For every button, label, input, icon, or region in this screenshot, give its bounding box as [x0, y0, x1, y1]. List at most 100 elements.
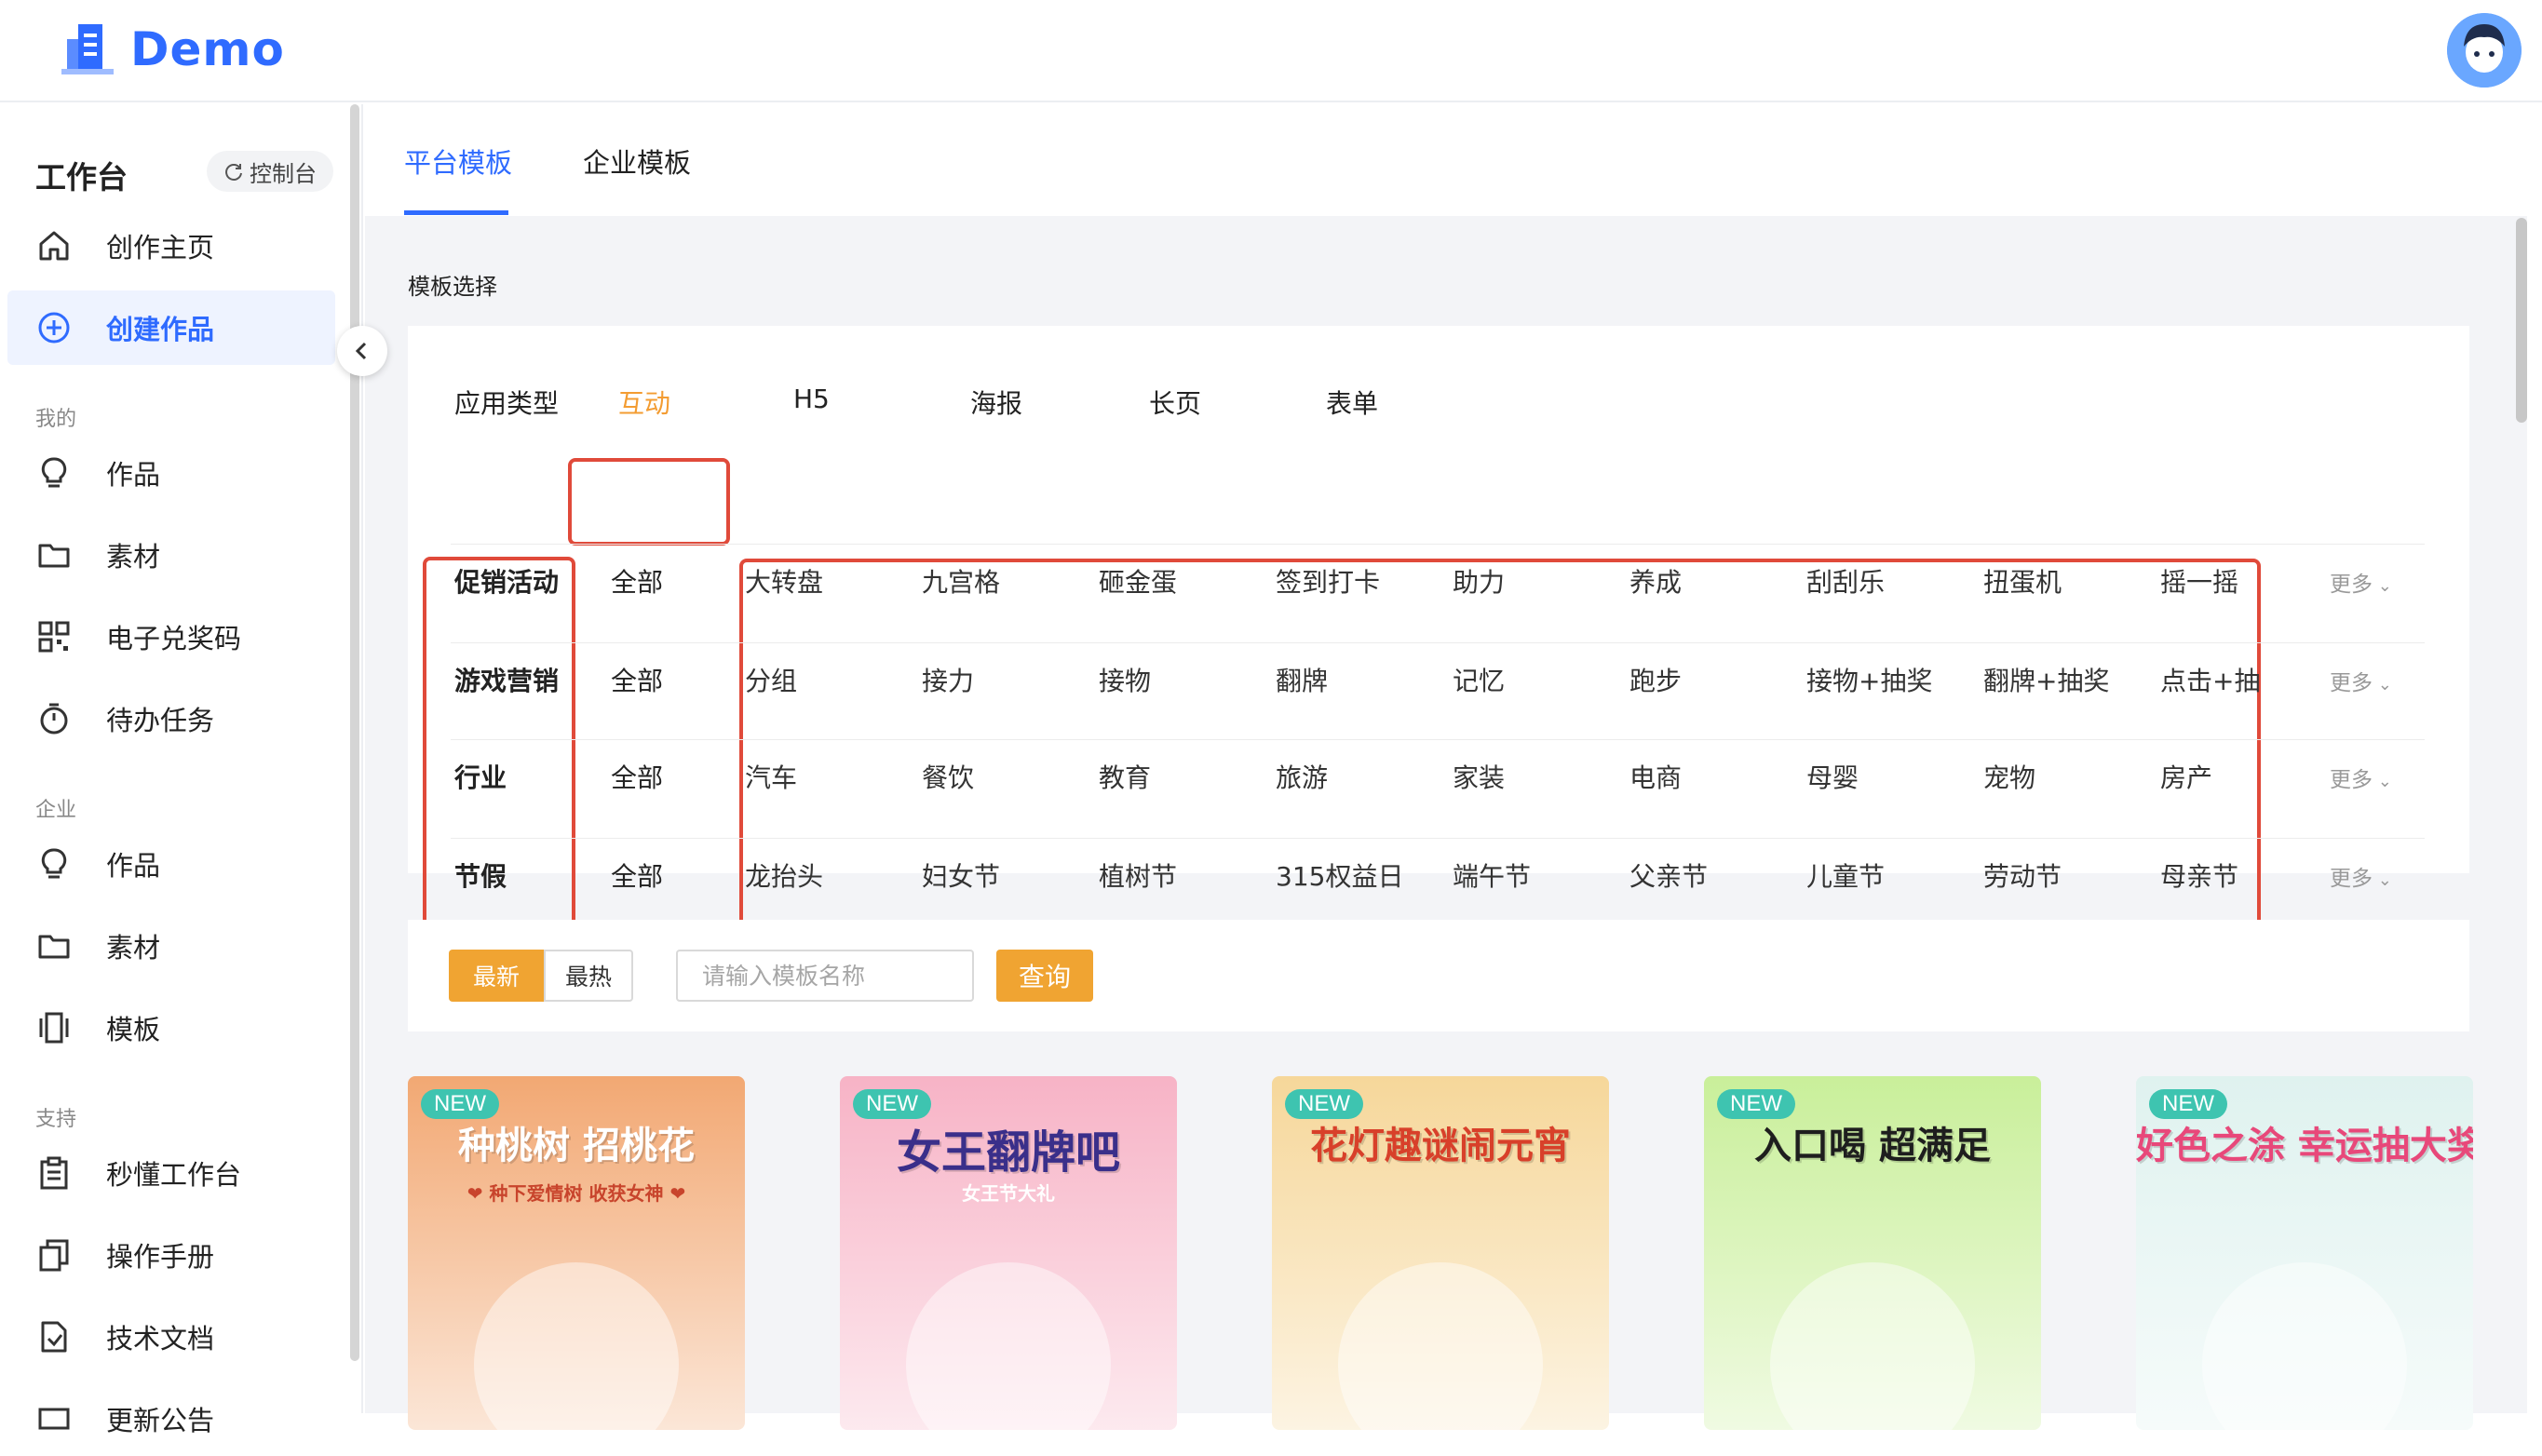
sidebar-item-manual[interactable]: 操作手册	[7, 1218, 335, 1292]
sidebar-item-announcement[interactable]: 更新公告	[7, 1382, 335, 1456]
category-option[interactable]: 扭蛋机	[1983, 562, 2142, 600]
category-option[interactable]: 父亲节	[1629, 856, 1788, 894]
category-option[interactable]: 汽车	[745, 758, 903, 795]
category-option[interactable]: 教育	[1099, 758, 1257, 795]
more-label: 更多	[2330, 768, 2373, 792]
logo[interactable]: Demo	[58, 20, 285, 78]
template-card[interactable]: NEW 好色之涂 幸运抽大奖	[2136, 1076, 2473, 1430]
category-option[interactable]: 大转盘	[745, 562, 903, 600]
category-option[interactable]: 儿童节	[1806, 856, 1965, 894]
category-option[interactable]: 植树节	[1099, 856, 1257, 894]
template-card[interactable]: NEW 入口喝 超满足	[1704, 1076, 2041, 1430]
app-type-poster[interactable]: 海报	[970, 384, 1022, 421]
copy-icon	[39, 1239, 69, 1272]
category-option[interactable]: 旅游	[1276, 758, 1434, 795]
main-scrollbar[interactable]	[2516, 218, 2527, 423]
sidebar-item-label: 技术文档	[106, 1323, 215, 1355]
sort-hot-button[interactable]: 最热	[544, 950, 633, 1002]
avatar-icon	[2447, 13, 2522, 88]
qrcode-icon	[38, 621, 70, 653]
sidebar-item-materials[interactable]: 素材	[7, 518, 335, 592]
sidebar-item-label: 操作手册	[106, 1241, 215, 1273]
category-option[interactable]: 接物	[1099, 661, 1257, 698]
category-option[interactable]: 接物+抽奖	[1806, 661, 1965, 698]
category-option[interactable]: 电商	[1629, 758, 1788, 795]
category-option[interactable]: 餐饮	[922, 758, 1080, 795]
more-dropdown[interactable]: 更多 ⌄	[2330, 665, 2392, 696]
sidebar-scrollbar[interactable]	[350, 104, 359, 1361]
card-title: 花灯趣谜闹元宵	[1310, 1125, 1571, 1167]
category-option[interactable]: 315权益日	[1276, 856, 1434, 894]
more-dropdown[interactable]: 更多 ⌄	[2330, 566, 2392, 598]
sidebar-item-label: 作品	[106, 850, 161, 882]
more-label: 更多	[2330, 573, 2373, 597]
category-option[interactable]: 分组	[745, 661, 903, 698]
app-type-long-page[interactable]: 长页	[1149, 384, 1201, 421]
sidebar-item-create[interactable]: 创建作品	[7, 290, 335, 365]
category-all-option[interactable]: 全部	[611, 758, 663, 795]
search-filter-bar: 最新 最热 查询	[408, 920, 2469, 1031]
app-type-interactive[interactable]: 互动	[618, 384, 670, 421]
timer-icon	[40, 703, 68, 735]
card-illustration	[474, 1262, 679, 1430]
category-option[interactable]: 翻牌+抽奖	[1983, 661, 2142, 698]
category-option[interactable]: 母亲节	[2160, 856, 2259, 894]
sidebar-item-todo[interactable]: 待办任务	[7, 681, 335, 756]
sidebar-item-works[interactable]: 作品	[7, 436, 335, 510]
category-option[interactable]: 跑步	[1629, 661, 1788, 698]
app-type-form[interactable]: 表单	[1326, 384, 1378, 421]
category-option[interactable]: 点击+抽奖	[2160, 661, 2259, 698]
tab-platform-templates[interactable]: 平台模板	[404, 142, 512, 181]
more-dropdown[interactable]: 更多 ⌄	[2330, 860, 2392, 892]
category-option[interactable]: 妇女节	[922, 856, 1080, 894]
category-option[interactable]: 家装	[1453, 758, 1611, 795]
sidebar-item-company-works[interactable]: 作品	[7, 827, 335, 901]
template-search-input[interactable]	[676, 950, 974, 1002]
category-option[interactable]: 摇一摇	[2160, 562, 2259, 600]
category-name: 节假	[454, 861, 507, 892]
card-illustration	[1338, 1262, 1543, 1430]
category-option[interactable]: 龙抬头	[745, 856, 903, 894]
category-option[interactable]: 记忆	[1453, 661, 1611, 698]
category-option[interactable]: 劳动节	[1983, 856, 2142, 894]
workspace-title: 工作台	[35, 159, 128, 195]
query-button[interactable]: 查询	[996, 950, 1093, 1002]
collapse-sidebar-button[interactable]	[337, 326, 387, 376]
category-option[interactable]: 砸金蛋	[1099, 562, 1257, 600]
app-type-h5[interactable]: H5	[793, 384, 830, 414]
sidebar-item-company-materials[interactable]: 素材	[7, 909, 335, 983]
category-all-option[interactable]: 全部	[611, 856, 663, 894]
new-badge: NEW	[421, 1089, 499, 1119]
category-all-option[interactable]: 全部	[611, 562, 663, 600]
template-card[interactable]: NEW 花灯趣谜闹元宵	[1272, 1076, 1609, 1430]
category-option[interactable]: 翻牌	[1276, 661, 1434, 698]
category-option[interactable]: 刮刮乐	[1806, 562, 1965, 600]
sidebar-item-home[interactable]: 创作主页	[7, 209, 335, 283]
new-badge: NEW	[1285, 1089, 1363, 1119]
sidebar-item-company-templates[interactable]: 模板	[7, 991, 335, 1065]
row-divider	[451, 544, 2425, 545]
category-option[interactable]: 九宫格	[922, 562, 1080, 600]
category-option[interactable]: 端午节	[1453, 856, 1611, 894]
sort-latest-button[interactable]: 最新	[449, 950, 544, 1002]
template-card[interactable]: NEW 女王翻牌吧 女王节大礼	[840, 1076, 1177, 1430]
category-option[interactable]: 宠物	[1983, 758, 2142, 795]
category-option[interactable]: 签到打卡	[1276, 562, 1434, 600]
category-name: 促销活动	[454, 567, 560, 598]
category-option[interactable]: 房产	[2160, 758, 2259, 795]
category-option[interactable]: 助力	[1453, 562, 1611, 600]
sidebar-item-quick-guide[interactable]: 秒懂工作台	[7, 1136, 335, 1210]
more-dropdown[interactable]: 更多 ⌄	[2330, 762, 2392, 793]
console-button[interactable]: 控制台	[207, 151, 333, 192]
category-option[interactable]: 养成	[1629, 562, 1788, 600]
sidebar-item-label: 素材	[106, 541, 161, 573]
template-card[interactable]: NEW 种桃树 招桃花 ❤ 种下爱情树 收获女神 ❤	[408, 1076, 745, 1430]
sidebar-item-prize-code[interactable]: 电子兑奖码	[7, 600, 335, 674]
sidebar-item-tech-docs[interactable]: 技术文档	[7, 1300, 335, 1374]
category-option[interactable]: 母婴	[1806, 758, 1965, 795]
tab-enterprise-templates[interactable]: 企业模板	[583, 142, 691, 181]
avatar[interactable]	[2447, 13, 2522, 88]
main-content: 平台模板 企业模板 模板选择 应用类型 互动 H5 海报 长页 表单 促销活动 …	[365, 104, 2527, 1430]
category-option[interactable]: 接力	[922, 661, 1080, 698]
category-all-option[interactable]: 全部	[611, 661, 663, 698]
